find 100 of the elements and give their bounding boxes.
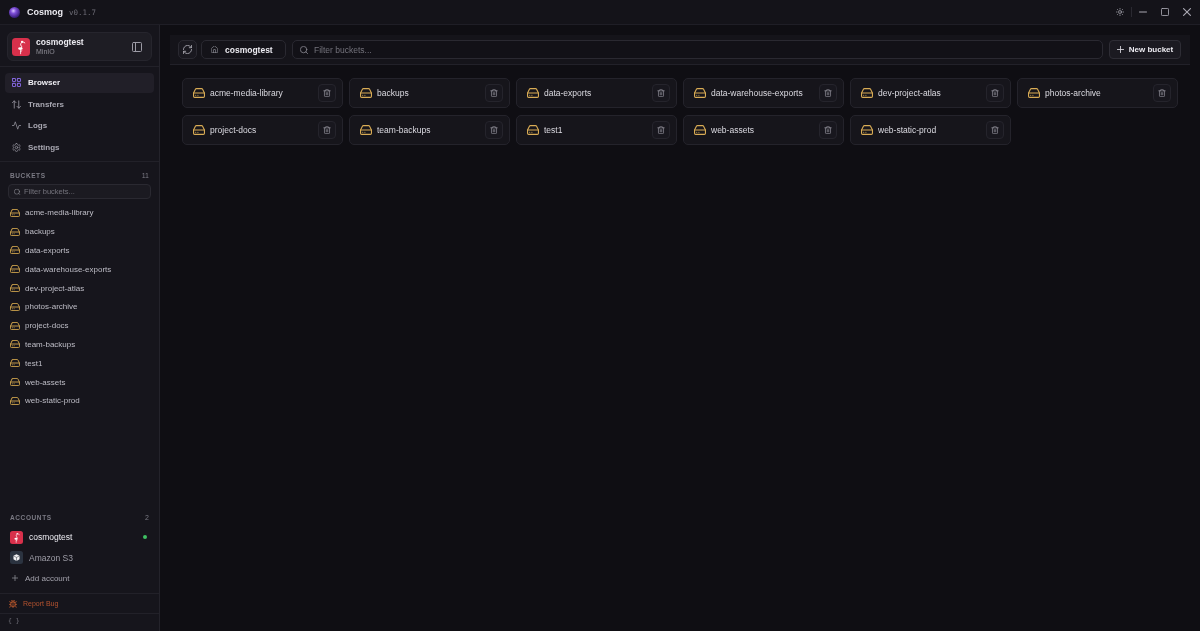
close-icon [1183,8,1191,16]
hard-drive-icon [193,125,205,135]
bird-logo-icon [10,530,23,544]
hard-drive-icon [861,125,873,135]
bucket-name: project-docs [210,125,258,135]
delete-button[interactable] [485,84,503,102]
bucket-item[interactable]: team-backups [8,335,151,354]
bucket-card[interactable]: data-warehouse-exports [683,78,844,108]
trash-icon [490,126,498,134]
hard-drive-icon [10,359,20,368]
refresh-button[interactable] [178,40,197,59]
bucket-name: web-assets [711,125,755,135]
delete-button[interactable] [1153,84,1171,102]
breadcrumb-item[interactable]: cosmogtest [201,40,286,59]
delete-button[interactable] [318,84,336,102]
sidebar-toggle-button[interactable] [131,40,143,53]
bucket-item[interactable]: dev-project-atlas [8,278,151,298]
hard-drive-icon [10,378,20,387]
hard-drive-icon [694,88,706,98]
bucket-card[interactable]: team-backups [349,115,510,145]
plus-icon [12,575,18,582]
minimize-icon [1139,8,1147,16]
nav-item[interactable]: Browser [5,73,154,93]
bucket-name: data-warehouse-exports [711,88,804,98]
hard-drive-icon [527,125,539,135]
bucket-name: data-exports [544,88,593,98]
bucket-card[interactable]: web-static-prod [850,115,1011,145]
delete-button[interactable] [652,121,670,139]
maximize-icon [1161,8,1169,16]
bucket-name: web-static-prod [878,125,938,135]
delete-button[interactable] [819,121,837,139]
nav-item[interactable]: Transfers [5,94,154,114]
refresh-icon [183,45,192,54]
hard-drive-icon [360,125,372,135]
nav-item[interactable]: Logs [5,116,154,136]
bucket-card[interactable]: photos-archive [1017,78,1178,108]
cube-logo-icon [10,551,23,565]
home-icon [211,46,218,53]
delete-button[interactable] [652,84,670,102]
bucket-item[interactable]: photos-archive [8,297,151,317]
grid-icon [12,78,21,88]
bucket-item[interactable]: test1 [8,353,151,373]
plus-icon [1116,46,1124,53]
bucket-item[interactable]: data-warehouse-exports [8,259,151,279]
delete-button[interactable] [318,121,336,139]
account-item[interactable]: cosmogtest [8,527,151,548]
bucket-item[interactable]: web-static-prod [8,391,151,411]
delete-button[interactable] [986,121,1004,139]
trash-icon [323,89,331,97]
bucket-name: dev-project-atlas [878,88,942,98]
hard-drive-icon [10,302,20,311]
hard-drive-icon [527,88,539,98]
search-icon [14,188,21,195]
nav-item[interactable]: Settings [5,137,154,157]
trash-icon [991,126,999,134]
hard-drive-icon [694,125,706,135]
bucket-item[interactable]: project-docs [8,316,151,336]
bucket-card[interactable]: web-assets [683,115,844,145]
filter-field[interactable]: Filter buckets... [292,40,1103,59]
trash-icon [490,89,498,97]
hard-drive-icon [10,284,20,293]
account-item[interactable]: Amazon S3 [8,547,151,568]
bucket-item[interactable]: data-exports [8,241,151,260]
bucket-card[interactable]: dev-project-atlas [850,78,1011,108]
bucket-card[interactable]: backups [349,78,510,108]
bucket-item[interactable]: backups [8,222,151,242]
delete-button[interactable] [819,84,837,102]
hard-drive-icon [861,88,873,98]
bucket-name: team-backups [377,125,432,135]
account-name: cosmogtest [36,37,84,47]
search-icon [300,45,308,54]
trash-icon [657,126,665,134]
bug-icon [9,599,17,608]
hard-drive-icon [10,340,20,349]
add-account-button[interactable]: Add account [8,568,151,589]
delete-button[interactable] [986,84,1004,102]
up-down-arrows-icon [12,99,21,109]
bucket-card[interactable]: project-docs [182,115,343,145]
trash-icon [657,89,665,97]
hard-drive-icon [10,208,20,217]
trash-icon [991,89,999,97]
trash-icon [323,126,331,134]
settings-icon [12,142,21,152]
bucket-card[interactable]: data-exports [516,78,677,108]
trash-icon [1158,89,1166,97]
bucket-card[interactable]: acme-media-library [182,78,343,108]
hard-drive-icon [360,88,372,98]
bucket-name: photos-archive [1045,88,1102,98]
bucket-name: acme-media-library [210,88,284,98]
pulse-icon [12,121,21,131]
new-bucket-button[interactable]: New bucket [1109,40,1181,59]
panel-icon [132,41,142,52]
delete-button[interactable] [485,121,503,139]
bucket-card[interactable]: test1 [516,115,677,145]
orb-logo-icon [9,6,20,18]
sun-icon [1116,8,1124,16]
hard-drive-icon [10,265,20,274]
bucket-item[interactable]: acme-media-library [8,203,151,223]
bucket-item[interactable]: web-assets [8,372,151,392]
hard-drive-icon [10,396,20,405]
